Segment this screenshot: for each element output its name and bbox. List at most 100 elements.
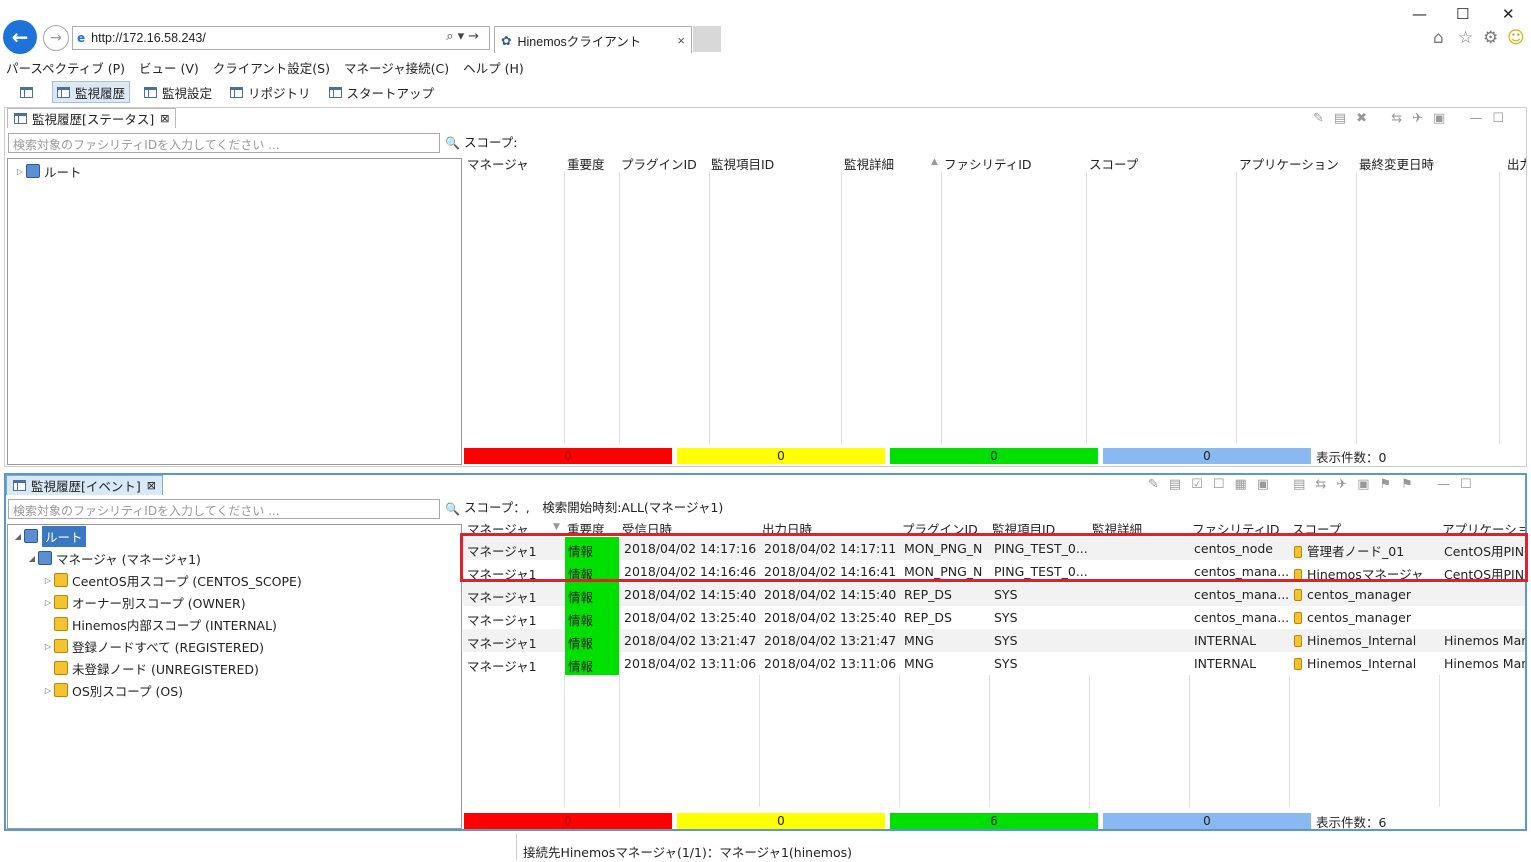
column-header[interactable]: ファシリティID bbox=[944, 154, 1032, 173]
tree-node-scope[interactable]: ▷ オーナー別スコープ (OWNER) bbox=[42, 592, 246, 612]
table-cell: INTERNAL bbox=[1194, 656, 1257, 671]
table-cell: Hinemos Man bbox=[1444, 633, 1525, 648]
search-icon[interactable]: 🔍 bbox=[445, 136, 460, 150]
smiley-feedback-icon[interactable]: ☺ bbox=[1507, 28, 1525, 48]
forward-icon[interactable]: → bbox=[43, 25, 69, 51]
menu-help[interactable]: ヘルプ (H) bbox=[463, 58, 524, 77]
table-cell: SYS bbox=[994, 587, 1018, 602]
table-cell: 2018/04/02 13:11:06 bbox=[624, 656, 757, 671]
table-icon bbox=[57, 86, 70, 98]
expand-arrow-icon[interactable]: ▷ bbox=[42, 642, 54, 651]
table-cell: INTERNAL bbox=[1194, 633, 1257, 648]
column-header[interactable]: 出力 bbox=[1507, 154, 1526, 173]
browser-tab[interactable]: ✿ Hinemosクライアント × bbox=[494, 26, 692, 53]
table-cell: SYS bbox=[994, 610, 1018, 625]
facility-search-input[interactable]: 検索対象のファシリティIDを入力してください ... bbox=[8, 133, 440, 153]
perspective-repository[interactable]: リポジトリ bbox=[226, 81, 315, 103]
close-view-icon[interactable]: ⊠ bbox=[147, 479, 156, 492]
maximize-icon[interactable]: ☐ bbox=[1456, 5, 1469, 23]
table-row[interactable]: 情報 マネージャ1 2018/04/02 13:11:06 2018/04/02 13… bbox=[463, 652, 1525, 675]
tab-event-view[interactable]: 監視履歴[イベント] ⊠ bbox=[6, 475, 163, 495]
table-row[interactable]: 情報 マネージャ1 2018/04/02 13:25:40 2018/04/02 13… bbox=[463, 606, 1525, 629]
warning-count-bar: 0 bbox=[677, 448, 885, 464]
perspective-monitor-settings[interactable]: 監視設定 bbox=[140, 81, 216, 103]
unknown-count-bar: 0 bbox=[1103, 448, 1311, 464]
open-perspective-button[interactable] bbox=[16, 81, 42, 103]
table-cell: REP_DS bbox=[904, 587, 952, 602]
tree-node-label: ルート bbox=[44, 164, 82, 180]
close-window-icon[interactable]: ✕ bbox=[1502, 5, 1515, 23]
node-icon bbox=[1294, 635, 1302, 647]
close-view-icon[interactable]: ⊠ bbox=[160, 112, 169, 125]
severity-cell: 情報 bbox=[565, 629, 619, 652]
menu-perspective[interactable]: パースペクティブ (P) bbox=[6, 58, 125, 77]
table-header: マネージャ 重要度 プラグインID 監視項目ID 監視詳細 ▲ ファシリティID… bbox=[463, 152, 1526, 172]
tree-node-manager[interactable]: ◢ マネージャ (マネージャ1) bbox=[26, 548, 201, 568]
menu-view[interactable]: ビュー (V) bbox=[139, 58, 199, 77]
perspective-toolbar: 監視履歴 監視設定 リポジトリ スタートアップ bbox=[0, 80, 1531, 104]
column-header[interactable]: スコープ bbox=[1089, 154, 1138, 173]
table-row[interactable]: 情報 マネージャ1 2018/04/02 14:15:40 2018/04/02 14… bbox=[463, 583, 1525, 606]
minimize-icon[interactable]: — bbox=[1412, 5, 1427, 23]
column-header[interactable]: プラグインID bbox=[621, 154, 697, 173]
tree-node-label: ルート bbox=[42, 525, 86, 547]
tree-node-label: オーナー別スコープ (OWNER) bbox=[72, 595, 246, 611]
view-action-icons[interactable]: ✎▤✖ ⇆✈▣ —☐ bbox=[1313, 111, 1514, 126]
tree-node-scope[interactable]: Hinemos内部スコープ (INTERNAL) bbox=[42, 614, 277, 634]
new-tab-button[interactable] bbox=[693, 26, 721, 52]
column-header[interactable]: 監視詳細 bbox=[844, 154, 894, 173]
search-dropdown-refresh-icon[interactable]: ⌕▾→ bbox=[446, 29, 483, 44]
table-cell: MNG bbox=[904, 633, 934, 648]
back-icon[interactable]: ← bbox=[3, 20, 37, 54]
menu-bar: パースペクティブ (P) ビュー (V) クライアント設定(S) マネージャ接続… bbox=[0, 56, 1531, 78]
expand-arrow-icon[interactable]: ▷ bbox=[42, 686, 54, 695]
column-header[interactable]: 監視項目ID bbox=[711, 154, 774, 173]
table-cell: centos_manager bbox=[1294, 587, 1439, 602]
manager-icon bbox=[38, 551, 52, 565]
expand-arrow-icon[interactable]: ▷ bbox=[42, 598, 54, 607]
settings-gear-icon[interactable]: ⚙ bbox=[1483, 28, 1498, 48]
event-view: 監視履歴[イベント] ⊠ ✎▤☑☐▦▣ ▤⇆✈▣⚑⚑ —☐ 検索対象のファシリテ… bbox=[4, 473, 1527, 831]
close-tab-icon[interactable]: × bbox=[677, 33, 685, 48]
tab-status-view[interactable]: 監視履歴[ステータス] ⊠ bbox=[7, 108, 177, 128]
view-action-icons[interactable]: ✎▤☑☐▦▣ ▤⇆✈▣⚑⚑ —☐ bbox=[1148, 477, 1482, 492]
tree-node-scope[interactable]: ▷ CeentOS用スコープ (CENTOS_SCOPE) bbox=[42, 570, 302, 590]
scope-folder-icon bbox=[54, 661, 68, 675]
column-header[interactable]: 重要度 bbox=[567, 154, 605, 173]
perspective-label: 監視履歴 bbox=[75, 85, 126, 101]
search-icon[interactable]: 🔍 bbox=[445, 502, 460, 516]
column-header[interactable]: マネージャ bbox=[467, 154, 529, 173]
tree-node-scope[interactable]: 未登録ノード (UNREGISTERED) bbox=[42, 658, 259, 678]
collapse-arrow-icon[interactable]: ◢ bbox=[26, 554, 38, 563]
table-cell: centos_mana... bbox=[1194, 587, 1289, 602]
address-bar[interactable]: e http://172.16.58.243/ ⌕▾→ bbox=[72, 26, 490, 50]
perspective-monitor-history[interactable]: 監視履歴 bbox=[52, 81, 131, 103]
table-cell: Hinemos Man bbox=[1444, 656, 1525, 671]
tree-node-root[interactable]: ▷ ルート bbox=[14, 161, 82, 181]
expand-arrow-icon[interactable]: ▷ bbox=[42, 576, 54, 585]
critical-count-bar: 0 bbox=[464, 813, 672, 829]
display-count: 表示件数：6 bbox=[1316, 815, 1387, 830]
menu-client-settings[interactable]: クライアント設定(S) bbox=[213, 58, 330, 77]
scope-name: Hinemos_Internal bbox=[1307, 656, 1417, 671]
scope-tree: ◢ ルート ◢ マネージャ (マネージャ1) ▷ CeentOS用スコープ (C… bbox=[7, 524, 462, 829]
collapse-arrow-icon[interactable]: ◢ bbox=[12, 532, 24, 541]
home-icon[interactable]: ⌂ bbox=[1433, 28, 1444, 48]
table-cell: マネージャ1 bbox=[467, 636, 537, 651]
table-icon bbox=[328, 86, 342, 98]
column-header[interactable]: アプリケーション bbox=[1239, 154, 1339, 173]
tree-node-label: 未登録ノード (UNREGISTERED) bbox=[72, 661, 259, 677]
column-header[interactable]: 最終変更日時 bbox=[1359, 154, 1434, 173]
tree-node-scope[interactable]: ▷ OS別スコープ (OS) bbox=[42, 680, 183, 700]
scope-name: centos_manager bbox=[1307, 587, 1411, 602]
expand-arrow-icon[interactable]: ▷ bbox=[14, 167, 26, 176]
table-row[interactable]: 情報 マネージャ1 2018/04/02 13:21:47 2018/04/02 13… bbox=[463, 629, 1525, 652]
tree-node-root[interactable]: ◢ ルート bbox=[12, 525, 86, 547]
tree-node-label: Hinemos内部スコープ (INTERNAL) bbox=[72, 617, 277, 633]
facility-search-input[interactable]: 検索対象のファシリティIDを入力してください ... bbox=[8, 499, 440, 519]
menu-manager-connect[interactable]: マネージャ接続(C) bbox=[344, 58, 449, 77]
perspective-startup[interactable]: スタートアップ bbox=[325, 81, 439, 103]
node-icon bbox=[1294, 658, 1302, 670]
tree-node-scope[interactable]: ▷ 登録ノードすべて (REGISTERED) bbox=[42, 636, 264, 656]
favorites-star-icon[interactable]: ☆ bbox=[1458, 28, 1473, 48]
